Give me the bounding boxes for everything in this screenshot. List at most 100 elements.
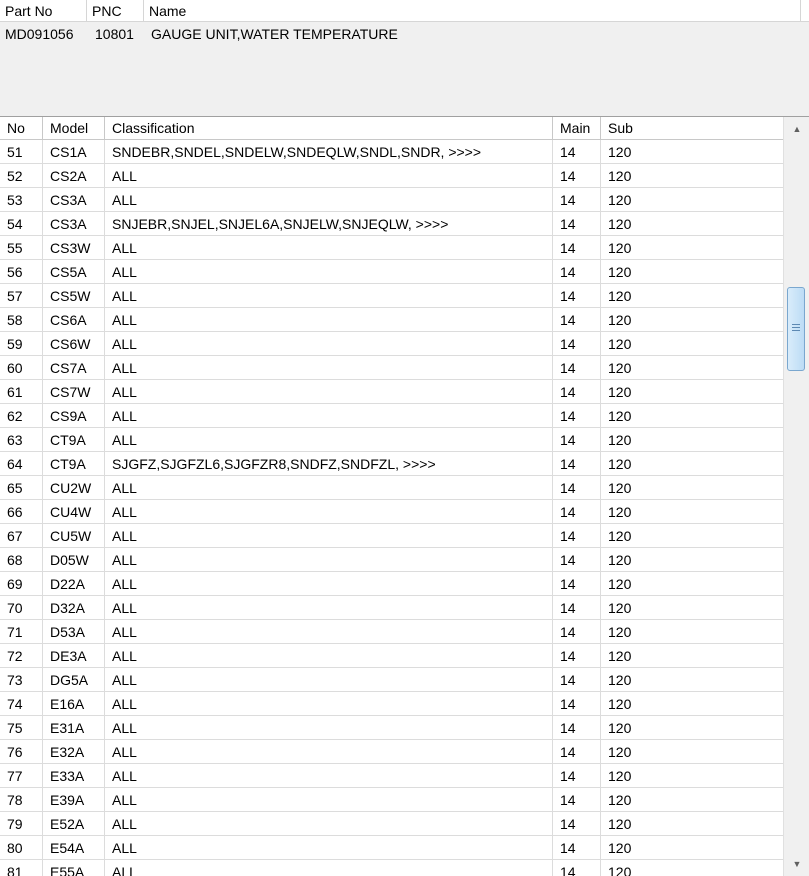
cell-model: CS7W	[43, 380, 105, 403]
scrollbar-thumb[interactable]	[787, 287, 805, 371]
cell-no: 60	[0, 356, 43, 379]
grip-line-icon	[792, 330, 800, 331]
table-row[interactable]: 65 CU2W ALL 14 120	[0, 476, 783, 500]
grid-body: 51 CS1A SNDEBR,SNDEL,SNDELW,SNDEQLW,SNDL,S…	[0, 140, 783, 876]
table-row[interactable]: 70 D32A ALL 14 120	[0, 596, 783, 620]
table-row[interactable]: 79 E52A ALL 14 120	[0, 812, 783, 836]
cell-model: D05W	[43, 548, 105, 571]
cell-no: 79	[0, 812, 43, 835]
cell-model: CS2A	[43, 164, 105, 187]
cell-classification: ALL	[105, 284, 553, 307]
part-no-value: MD091056	[5, 26, 74, 42]
cell-main: 14	[553, 788, 601, 811]
table-row[interactable]: 76 E32A ALL 14 120	[0, 740, 783, 764]
table-row[interactable]: 60 CS7A ALL 14 120	[0, 356, 783, 380]
table-row[interactable]: 69 D22A ALL 14 120	[0, 572, 783, 596]
table-row[interactable]: 73 DG5A ALL 14 120	[0, 668, 783, 692]
cell-main: 14	[553, 620, 601, 643]
table-row[interactable]: 57 CS5W ALL 14 120	[0, 284, 783, 308]
table-row[interactable]: 63 CT9A ALL 14 120	[0, 428, 783, 452]
cell-no: 53	[0, 188, 43, 211]
table-row[interactable]: 53 CS3A ALL 14 120	[0, 188, 783, 212]
column-header-model[interactable]: Model	[43, 117, 105, 139]
table-row[interactable]: 61 CS7W ALL 14 120	[0, 380, 783, 404]
column-header-classification[interactable]: Classification	[105, 117, 553, 139]
table-row[interactable]: 74 E16A ALL 14 120	[0, 692, 783, 716]
cell-main: 14	[553, 572, 601, 595]
table-row[interactable]: 78 E39A ALL 14 120	[0, 788, 783, 812]
table-row[interactable]: 66 CU4W ALL 14 120	[0, 500, 783, 524]
table-row[interactable]: 58 CS6A ALL 14 120	[0, 308, 783, 332]
cell-main: 14	[553, 860, 601, 876]
cell-classification: ALL	[105, 380, 553, 403]
part-row[interactable]: MD091056 10801 GAUGE UNIT,WATER TEMPERAT…	[0, 22, 809, 46]
table-row[interactable]: 67 CU5W ALL 14 120	[0, 524, 783, 548]
cell-classification: SNDEBR,SNDEL,SNDELW,SNDEQLW,SNDL,SNDR, >…	[105, 140, 553, 163]
cell-model: CS7A	[43, 356, 105, 379]
cell-sub: 120	[608, 312, 632, 328]
cell-no: 67	[0, 524, 43, 547]
table-row[interactable]: 56 CS5A ALL 14 120	[0, 260, 783, 284]
cell-classification: ALL	[105, 860, 553, 876]
cell-sub: 120	[608, 144, 632, 160]
cell-no: 76	[0, 740, 43, 763]
scroll-down-button[interactable]: ▼	[786, 854, 808, 874]
table-row[interactable]: 80 E54A ALL 14 120	[0, 836, 783, 860]
cell-main: 14	[553, 548, 601, 571]
table-row[interactable]: 72 DE3A ALL 14 120	[0, 644, 783, 668]
cell-no: 70	[0, 596, 43, 619]
model-grid-panel: No Model Classification Main Sub 51 CS1A S…	[0, 117, 809, 876]
column-header-main[interactable]: Main	[553, 117, 601, 139]
cell-model: CS6W	[43, 332, 105, 355]
table-row[interactable]: 71 D53A ALL 14 120	[0, 620, 783, 644]
column-header-no[interactable]: No	[0, 117, 43, 139]
table-row[interactable]: 59 CS6W ALL 14 120	[0, 332, 783, 356]
cell-no: 58	[0, 308, 43, 331]
cell-model: CS5A	[43, 260, 105, 283]
column-header-part-no[interactable]: Part No	[0, 0, 87, 21]
cell-model: E39A	[43, 788, 105, 811]
cell-classification: ALL	[105, 668, 553, 691]
table-row[interactable]: 75 E31A ALL 14 120	[0, 716, 783, 740]
scroll-up-button[interactable]: ▲	[786, 119, 808, 139]
column-header-name[interactable]: Name	[144, 0, 801, 21]
cell-classification: ALL	[105, 476, 553, 499]
vertical-scrollbar[interactable]: ▲ ▼	[783, 117, 809, 876]
cell-sub: 120	[608, 864, 632, 876]
cell-model: E55A	[43, 860, 105, 876]
cell-classification: ALL	[105, 260, 553, 283]
cell-classification: ALL	[105, 164, 553, 187]
table-row[interactable]: 77 E33A ALL 14 120	[0, 764, 783, 788]
table-row[interactable]: 51 CS1A SNDEBR,SNDEL,SNDELW,SNDEQLW,SNDL,S…	[0, 140, 783, 164]
table-row[interactable]: 64 CT9A SJGFZ,SJGFZL6,SJGFZR8,SNDFZ,SNDFZL…	[0, 452, 783, 476]
cell-no: 77	[0, 764, 43, 787]
cell-no: 56	[0, 260, 43, 283]
cell-sub: 120	[608, 552, 632, 568]
cell-no: 68	[0, 548, 43, 571]
column-header-pnc[interactable]: PNC	[87, 0, 144, 21]
cell-model: DG5A	[43, 668, 105, 691]
cell-classification: ALL	[105, 524, 553, 547]
cell-main: 14	[553, 836, 601, 859]
cell-sub: 120	[608, 168, 632, 184]
cell-model: CS1A	[43, 140, 105, 163]
cell-no: 69	[0, 572, 43, 595]
table-row[interactable]: 52 CS2A ALL 14 120	[0, 164, 783, 188]
cell-no: 65	[0, 476, 43, 499]
table-row[interactable]: 54 CS3A SNJEBR,SNJEL,SNJEL6A,SNJELW,SNJEQL…	[0, 212, 783, 236]
table-row[interactable]: 68 D05W ALL 14 120	[0, 548, 783, 572]
cell-no: 55	[0, 236, 43, 259]
cell-model: D53A	[43, 620, 105, 643]
table-row[interactable]: 81 E55A ALL 14 120	[0, 860, 783, 876]
cell-main: 14	[553, 428, 601, 451]
table-row[interactable]: 62 CS9A ALL 14 120	[0, 404, 783, 428]
cell-model: CU2W	[43, 476, 105, 499]
cell-main: 14	[553, 284, 601, 307]
cell-sub: 120	[608, 528, 632, 544]
table-row[interactable]: 55 CS3W ALL 14 120	[0, 236, 783, 260]
cell-model: E33A	[43, 764, 105, 787]
cell-classification: ALL	[105, 836, 553, 859]
column-header-sub[interactable]: Sub	[601, 117, 783, 139]
cell-main: 14	[553, 668, 601, 691]
cell-main: 14	[553, 380, 601, 403]
